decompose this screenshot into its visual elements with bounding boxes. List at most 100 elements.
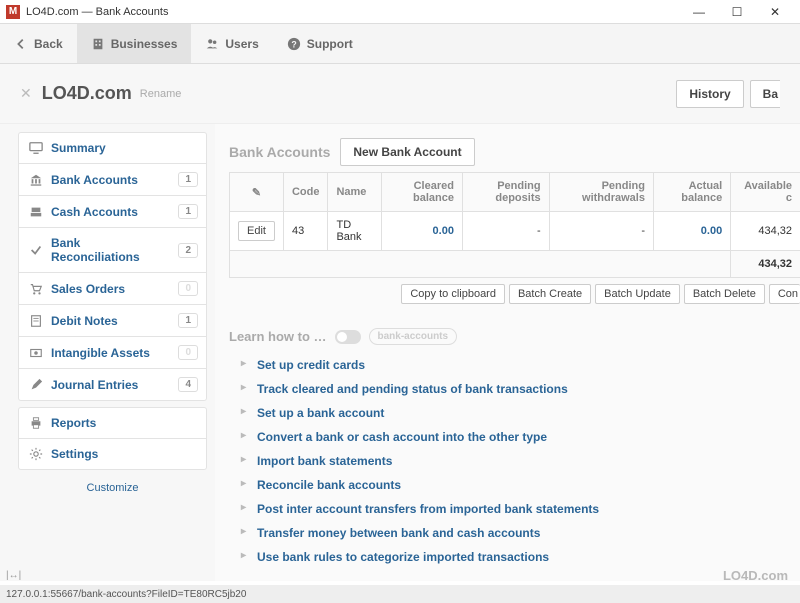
- status-bar: 127.0.0.1:55667/bank-accounts?FileID=TE8…: [0, 585, 800, 603]
- sidebar-item-reports[interactable]: Reports: [18, 407, 207, 438]
- copy-clipboard-button[interactable]: Copy to clipboard: [401, 284, 505, 304]
- sidebar-label: Intangible Assets: [51, 346, 170, 360]
- pen-icon: [29, 378, 43, 392]
- learn-link[interactable]: Track cleared and pending status of bank…: [257, 377, 800, 401]
- col-code: Code: [283, 173, 328, 212]
- count-badge: 0: [178, 345, 198, 360]
- top-nav: Back Businesses Users ? Support: [0, 24, 800, 64]
- batch-create-button[interactable]: Batch Create: [509, 284, 591, 304]
- window-controls: — ☐ ✕: [680, 1, 794, 23]
- nav-support-label: Support: [307, 37, 353, 51]
- col-actual: Actual balance: [653, 173, 730, 212]
- batch-delete-button[interactable]: Batch Delete: [684, 284, 765, 304]
- sidebar-item-bank-accounts[interactable]: Bank Accounts 1: [18, 163, 207, 195]
- count-badge: 1: [178, 313, 198, 328]
- learn-toggle[interactable]: [335, 330, 361, 344]
- col-pending-withdrawals: Pending withdrawals: [549, 173, 653, 212]
- batch-update-button[interactable]: Batch Update: [595, 284, 680, 304]
- monitor-icon: [29, 141, 43, 155]
- nav-users-label: Users: [225, 37, 258, 51]
- count-badge: 1: [178, 172, 198, 187]
- sidebar-item-sales-orders[interactable]: Sales Orders 0: [18, 272, 207, 304]
- sidebar-label: Journal Entries: [51, 378, 170, 392]
- svg-text:?: ?: [291, 39, 296, 49]
- count-badge: 1: [178, 204, 198, 219]
- bank-accounts-table: ✎ Code Name Cleared balance Pending depo…: [229, 172, 800, 278]
- app-icon: M: [6, 5, 20, 19]
- nav-users[interactable]: Users: [191, 24, 272, 63]
- learn-heading: Learn how to …: [229, 329, 327, 344]
- sidebar-label: Debit Notes: [51, 314, 170, 328]
- edit-row-button[interactable]: Edit: [238, 221, 275, 241]
- sidebar-item-settings[interactable]: Settings: [18, 438, 207, 470]
- table-footer-row: 434,32: [230, 251, 800, 278]
- check-icon: [29, 243, 43, 257]
- cell-cleared[interactable]: 0.00: [382, 212, 463, 251]
- watermark: LO4D.com: [723, 568, 788, 583]
- customize-link[interactable]: Customize: [18, 470, 207, 506]
- count-badge: 2: [178, 243, 198, 258]
- learn-link[interactable]: Use bank rules to categorize imported tr…: [257, 545, 800, 569]
- sidebar: Summary Bank Accounts 1 Cash Accounts 1 …: [0, 124, 215, 581]
- learn-tag: bank-accounts: [369, 328, 458, 345]
- cell-actual[interactable]: 0.00: [653, 212, 730, 251]
- main-panel: Bank Accounts New Bank Account ✎ Code Na…: [215, 124, 800, 581]
- learn-link[interactable]: Transfer money between bank and cash acc…: [257, 521, 800, 545]
- learn-links-list: Set up credit cards Track cleared and pe…: [229, 353, 800, 569]
- sidebar-item-debit-notes[interactable]: Debit Notes 1: [18, 304, 207, 336]
- cell-code: 43: [283, 212, 328, 251]
- col-name: Name: [328, 173, 382, 212]
- sidebar-label: Bank Accounts: [51, 173, 170, 187]
- nav-businesses[interactable]: Businesses: [77, 24, 192, 63]
- back-button-partial[interactable]: Ba: [750, 80, 780, 108]
- sidebar-item-intangible-assets[interactable]: Intangible Assets 0: [18, 336, 207, 368]
- chevron-left-icon: [14, 37, 28, 51]
- window-title: LO4D.com — Bank Accounts: [26, 6, 168, 18]
- close-window-button[interactable]: ✕: [756, 1, 794, 23]
- sidebar-label: Summary: [51, 141, 198, 155]
- cell-available: 434,32: [731, 212, 800, 251]
- printer-icon: [29, 416, 43, 430]
- building-icon: [91, 37, 105, 51]
- nav-support[interactable]: ? Support: [273, 24, 367, 63]
- sidebar-item-journal-entries[interactable]: Journal Entries 4: [18, 368, 207, 401]
- gear-icon: [29, 447, 43, 461]
- learn-section: Learn how to … bank-accounts Set up cred…: [229, 328, 800, 569]
- window-titlebar: M LO4D.com — Bank Accounts — ☐ ✕: [0, 0, 800, 24]
- nav-businesses-label: Businesses: [111, 37, 178, 51]
- learn-link[interactable]: Set up credit cards: [257, 353, 800, 377]
- maximize-button[interactable]: ☐: [718, 1, 756, 23]
- learn-link[interactable]: Set up a bank account: [257, 401, 800, 425]
- note-icon: [29, 314, 43, 328]
- sidebar-item-cash-accounts[interactable]: Cash Accounts 1: [18, 195, 207, 227]
- sidebar-item-bank-reconciliations[interactable]: Bank Reconciliations 2: [18, 227, 207, 272]
- minimize-button[interactable]: —: [680, 1, 718, 23]
- learn-link[interactable]: Reconcile bank accounts: [257, 473, 800, 497]
- nav-back[interactable]: Back: [0, 24, 77, 63]
- sidebar-item-summary[interactable]: Summary: [18, 132, 207, 163]
- learn-link[interactable]: Import bank statements: [257, 449, 800, 473]
- learn-link[interactable]: Post inter account transfers from import…: [257, 497, 800, 521]
- con-button-partial[interactable]: Con: [769, 284, 800, 304]
- cell-pending-wd: -: [549, 212, 653, 251]
- asset-icon: [29, 346, 43, 360]
- new-bank-account-button[interactable]: New Bank Account: [340, 138, 474, 166]
- col-edit: ✎: [230, 173, 284, 212]
- sidebar-label: Settings: [51, 447, 198, 461]
- col-cleared: Cleared balance: [382, 173, 463, 212]
- close-business-icon[interactable]: ✕: [20, 85, 32, 102]
- rename-link[interactable]: Rename: [140, 88, 182, 100]
- history-button[interactable]: History: [676, 80, 743, 108]
- cash-register-icon: [29, 205, 43, 219]
- cell-pending-dep: -: [462, 212, 549, 251]
- bank-icon: [29, 173, 43, 187]
- business-header: ✕ LO4D.com Rename History Ba: [0, 64, 800, 124]
- learn-link[interactable]: Convert a bank or cash account into the …: [257, 425, 800, 449]
- count-badge: 4: [178, 377, 198, 392]
- question-icon: ?: [287, 37, 301, 51]
- expand-icon[interactable]: |↔|: [6, 570, 21, 581]
- sidebar-label: Sales Orders: [51, 282, 170, 296]
- table-row: Edit 43 TD Bank 0.00 - - 0.00 434,32: [230, 212, 800, 251]
- sidebar-label: Cash Accounts: [51, 205, 170, 219]
- users-icon: [205, 37, 219, 51]
